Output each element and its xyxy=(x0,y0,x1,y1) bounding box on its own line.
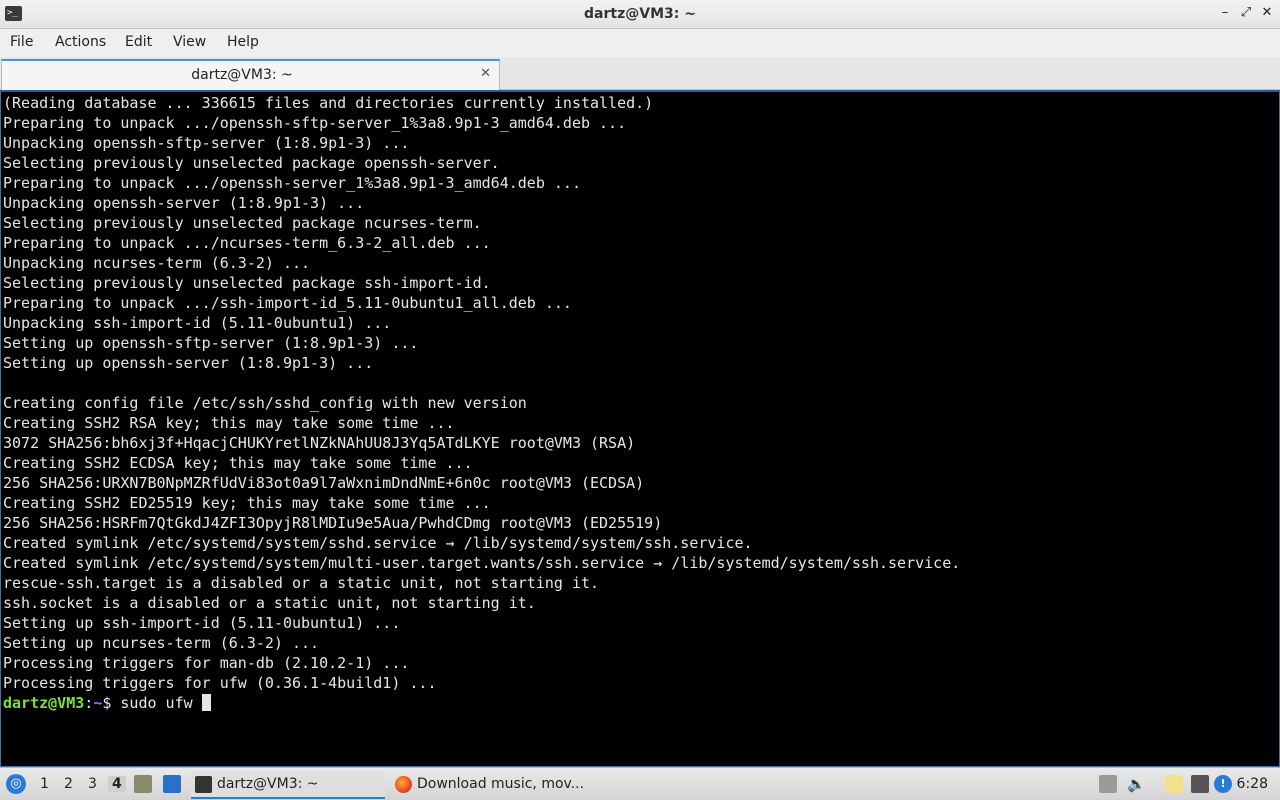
terminal-line: Unpacking openssh-sftp-server (1:8.9p1-3… xyxy=(3,134,410,152)
tab-terminal[interactable]: dartz@VM3: ~ ✕ xyxy=(1,59,500,90)
terminal-line: Unpacking openssh-server (1:8.9p1-3) ... xyxy=(3,194,365,212)
terminal-line: Selecting previously unselected package … xyxy=(3,274,491,292)
taskbar: ◎ 1 2 3 4 dartz@VM3: ~ Download music, m… xyxy=(0,767,1280,800)
task-firefox-label: Download music, mov... xyxy=(417,776,585,792)
prompt-line[interactable]: dartz@VM3:~$ sudo ufw xyxy=(3,693,960,713)
terminal-line: Selecting previously unselected package … xyxy=(3,214,482,232)
terminal-line: 256 SHA256:HSRFm7QtGkdJ4ZFI3OpyjR8lMDIu9… xyxy=(3,514,663,532)
task-firefox[interactable]: Download music, mov... xyxy=(391,771,591,799)
terminal-icon xyxy=(195,776,212,793)
task-terminal-label: dartz@VM3: ~ xyxy=(217,776,319,792)
terminal-line: Selecting previously unselected package … xyxy=(3,154,500,172)
menu-help[interactable]: Help xyxy=(227,34,259,50)
terminal-line: Preparing to unpack .../ncurses-term_6.3… xyxy=(3,234,491,252)
prompt-path: ~ xyxy=(93,694,103,712)
terminal-line: 256 SHA256:URXN7B0NpMZRfUdVi83ot0a9l7aWx… xyxy=(3,474,645,492)
terminal-line: Unpacking ssh-import-id (5.11-0ubuntu1) … xyxy=(3,314,392,332)
terminal-line: Processing triggers for ufw (0.36.1-4bui… xyxy=(3,674,437,692)
terminal-line: Setting up openssh-sftp-server (1:8.9p1-… xyxy=(3,334,419,352)
prompt-separator: : xyxy=(84,694,94,712)
terminal-line: Created symlink /etc/systemd/system/mult… xyxy=(3,554,961,572)
terminal-line: Unpacking ncurses-term (6.3-2) ... xyxy=(3,254,311,272)
terminal-line: Creating SSH2 ED25519 key; this may take… xyxy=(3,494,491,512)
network-icon[interactable] xyxy=(1191,775,1209,793)
close-button[interactable]: ✕ xyxy=(1259,5,1275,21)
terminal-line: Created symlink /etc/systemd/system/sshd… xyxy=(3,534,753,552)
minimize-button[interactable]: – xyxy=(1217,5,1233,21)
tab-label: dartz@VM3: ~ xyxy=(191,67,293,83)
terminal-line: Creating SSH2 RSA key; this may take som… xyxy=(3,414,455,432)
tab-bar: dartz@VM3: ~ ✕ xyxy=(0,57,1280,90)
menu-view[interactable]: View xyxy=(173,34,206,50)
terminal-line: Creating config file /etc/ssh/sshd_confi… xyxy=(3,394,527,412)
menu-bar: File Actions Edit View Help xyxy=(0,29,1280,57)
tab-close-icon[interactable]: ✕ xyxy=(480,66,491,81)
clock[interactable]: 6:28 xyxy=(1237,776,1268,792)
terminal-line: Setting up ssh-import-id (5.11-0ubuntu1)… xyxy=(3,614,401,632)
title-bar: >_ dartz@VM3: ~ – ⤢ ✕ xyxy=(0,0,1280,29)
workspace-2[interactable]: 2 xyxy=(64,776,73,792)
terminal-line: Preparing to unpack .../ssh-import-id_5.… xyxy=(3,294,572,312)
task-terminal[interactable]: dartz@VM3: ~ xyxy=(191,771,385,799)
terminal-line: rescue-ssh.target is a disabled or a sta… xyxy=(3,574,600,592)
command-input[interactable]: sudo ufw xyxy=(111,694,201,712)
update-notifier-icon[interactable]: ! xyxy=(1214,775,1232,793)
eject-icon[interactable] xyxy=(1099,775,1117,793)
workspace-4[interactable]: 4 xyxy=(108,776,126,792)
show-desktop-icon[interactable] xyxy=(163,775,181,793)
terminal-line: Preparing to unpack .../openssh-sftp-ser… xyxy=(3,114,627,132)
terminal-line: (Reading database ... 336615 files and d… xyxy=(3,94,654,112)
terminal-line: Creating SSH2 ECDSA key; this may take s… xyxy=(3,454,473,472)
menu-file[interactable]: File xyxy=(10,34,33,50)
window-title: dartz@VM3: ~ xyxy=(584,6,696,22)
terminal-line: Processing triggers for man-db (2.10.2-1… xyxy=(3,654,410,672)
terminal-output: (Reading database ... 336615 files and d… xyxy=(3,93,960,713)
terminal-line: Setting up openssh-server (1:8.9p1-3) ..… xyxy=(3,354,374,372)
menu-edit[interactable]: Edit xyxy=(125,34,152,50)
file-manager-icon[interactable] xyxy=(134,775,152,793)
terminal-view[interactable]: (Reading database ... 336615 files and d… xyxy=(0,90,1280,767)
workspace-1[interactable]: 1 xyxy=(40,776,49,792)
firefox-icon xyxy=(395,776,412,793)
clipboard-icon[interactable] xyxy=(1165,775,1183,793)
maximize-button[interactable]: ⤢ xyxy=(1238,5,1254,21)
terminal-line: 3072 SHA256:bh6xj3f+HqacjCHUKYretlNZkNAh… xyxy=(3,434,636,452)
volume-icon[interactable]: 🔈 xyxy=(1127,775,1146,793)
terminal-line: ssh.socket is a disabled or a static uni… xyxy=(3,594,536,612)
text-cursor xyxy=(201,694,211,711)
start-menu-icon[interactable]: ◎ xyxy=(6,774,26,794)
terminal-line: Setting up ncurses-term (6.3-2) ... xyxy=(3,634,320,652)
prompt-user: dartz@VM3 xyxy=(3,694,85,712)
workspace-3[interactable]: 3 xyxy=(88,776,97,792)
terminal-line: Preparing to unpack .../openssh-server_1… xyxy=(3,174,581,192)
menu-actions[interactable]: Actions xyxy=(55,34,106,50)
